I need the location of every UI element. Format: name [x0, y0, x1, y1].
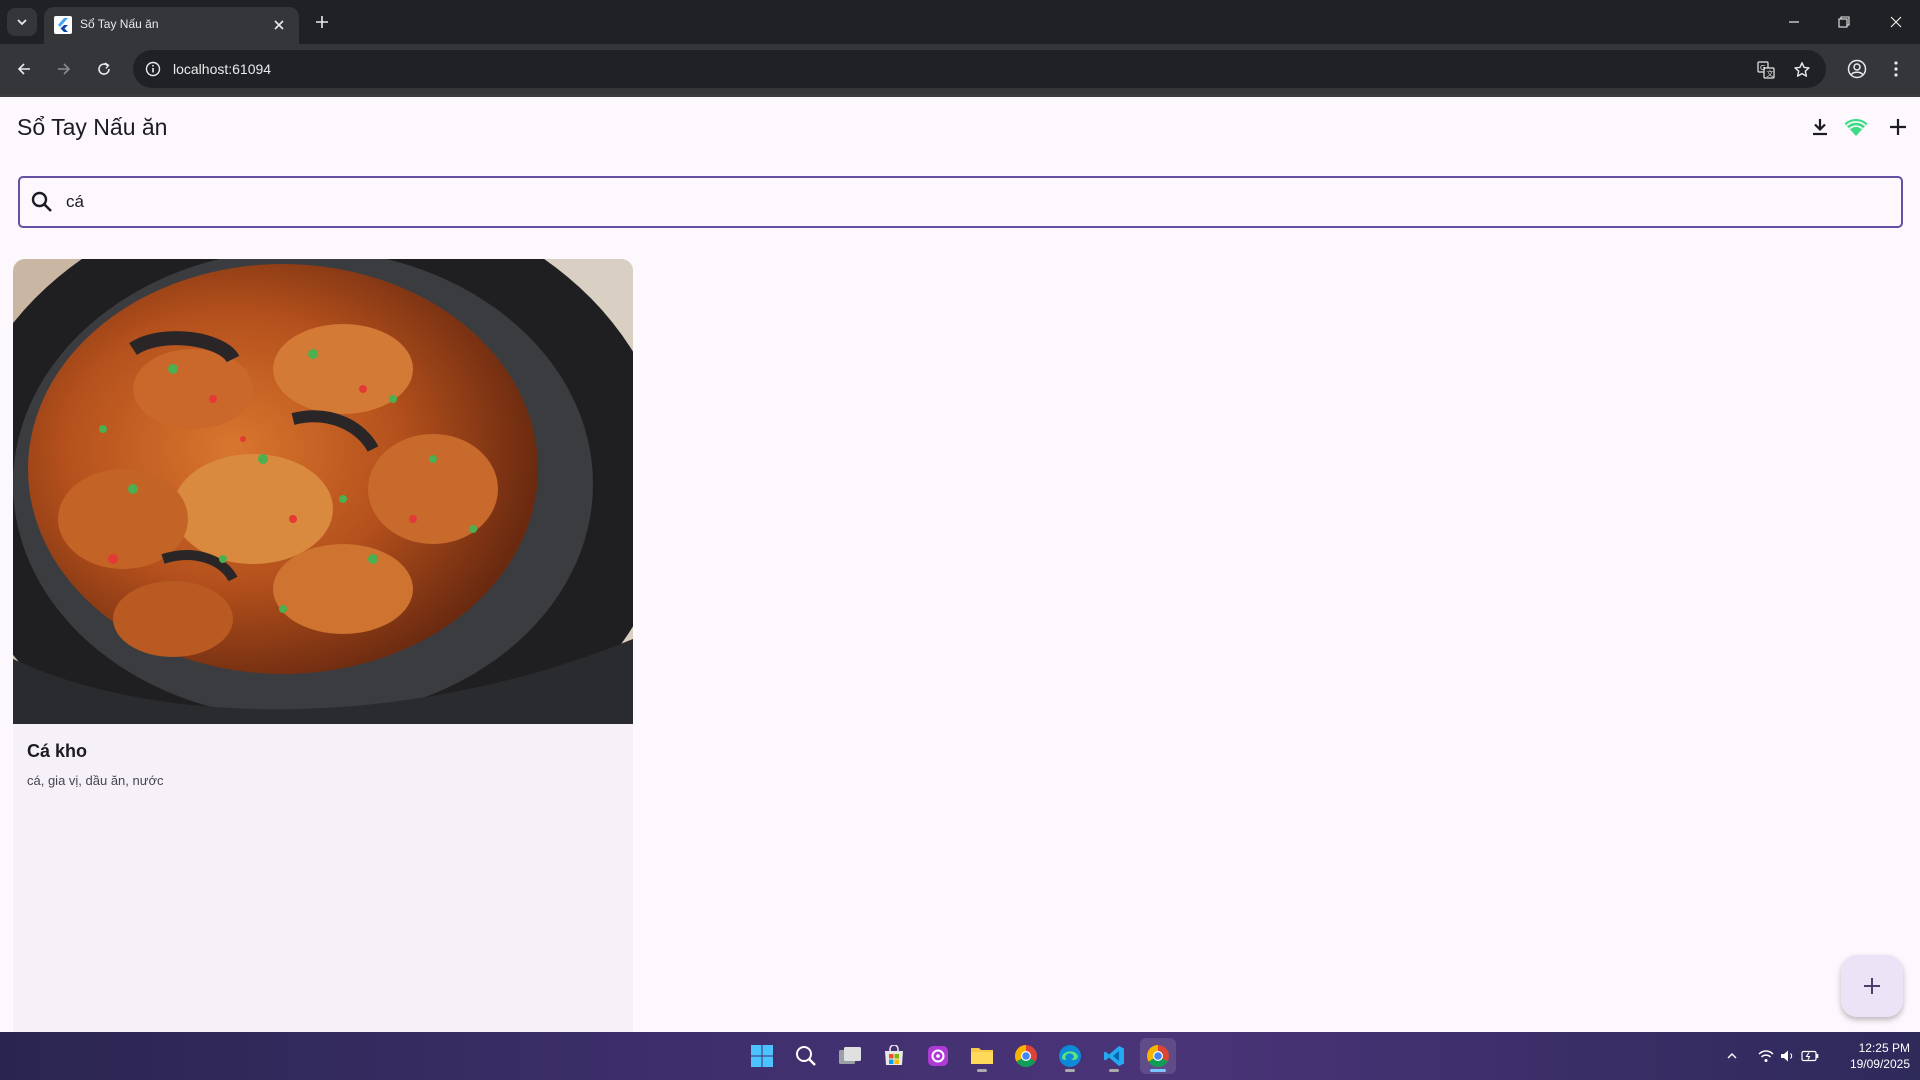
chrome-icon — [1015, 1045, 1037, 1067]
recipe-image — [13, 259, 633, 724]
app-title: Sổ Tay Nấu ăn — [17, 114, 168, 140]
restore-button[interactable] — [1824, 8, 1864, 36]
reload-icon — [98, 62, 110, 75]
battery-icon — [1801, 1050, 1819, 1062]
add-icon — [1890, 119, 1906, 135]
search-icon — [796, 1046, 816, 1066]
system-clock[interactable]: 12:25 PM 19/09/2025 — [1830, 1040, 1910, 1072]
address-bar[interactable]: localhost:61094 G文 — [133, 50, 1826, 88]
vscode-button[interactable] — [1096, 1038, 1132, 1074]
search-icon — [31, 191, 52, 212]
svg-text:文: 文 — [1767, 69, 1774, 78]
windows-start-icon — [751, 1045, 773, 1067]
chevron-down-icon — [17, 19, 27, 26]
chrome-button[interactable] — [1008, 1038, 1044, 1074]
reload-button[interactable] — [90, 55, 118, 83]
taskbar-search-button[interactable] — [788, 1038, 824, 1074]
add-recipe-button[interactable] — [1884, 113, 1912, 141]
browser-toolbar: localhost:61094 G文 — [0, 44, 1920, 94]
media-app-icon — [928, 1046, 948, 1066]
add-icon — [1864, 978, 1880, 994]
task-view-icon — [839, 1047, 861, 1064]
vscode-icon — [1104, 1046, 1124, 1066]
tab-search-button[interactable] — [7, 8, 37, 36]
chevron-up-icon — [1727, 1053, 1737, 1059]
volume-tray-icon[interactable] — [1778, 1046, 1798, 1066]
task-view-button[interactable] — [832, 1038, 868, 1074]
wifi-icon — [1758, 1050, 1774, 1062]
taskbar: 12:25 PM 19/09/2025 — [0, 1032, 1920, 1080]
svg-text:G: G — [1760, 64, 1765, 72]
recipe-card[interactable]: Cá kho cá, gia vị, dầu ăn, nước — [13, 259, 633, 1033]
browser-menu-button[interactable] — [1882, 55, 1910, 83]
flutter-icon — [54, 16, 72, 34]
add-recipe-fab[interactable] — [1841, 955, 1903, 1017]
download-button[interactable] — [1806, 113, 1834, 141]
chrome-active-button[interactable] — [1140, 1038, 1176, 1074]
minimize-icon — [1789, 21, 1799, 23]
translate-icon[interactable]: G文 — [1755, 59, 1777, 81]
close-window-button[interactable] — [1876, 8, 1916, 36]
search-input[interactable] — [66, 188, 1866, 216]
back-button[interactable] — [10, 55, 38, 83]
close-icon — [1890, 16, 1902, 28]
plus-icon — [316, 16, 328, 28]
tab-close-button[interactable] — [269, 15, 289, 35]
forward-button[interactable] — [50, 55, 78, 83]
running-indicator — [977, 1069, 987, 1072]
clock-date: 19/09/2025 — [1849, 1057, 1910, 1071]
arrow-right-icon — [58, 63, 71, 75]
minimize-button[interactable] — [1774, 8, 1814, 36]
online-status-button[interactable] — [1842, 113, 1870, 141]
restore-icon — [1838, 16, 1850, 28]
microsoft-store-button[interactable] — [876, 1038, 912, 1074]
running-indicator — [1109, 1069, 1119, 1072]
more-vert-icon — [1894, 61, 1898, 77]
speaker-icon — [1781, 1050, 1793, 1062]
app-bar: Sổ Tay Nấu ăn — [0, 97, 1920, 157]
browser-tab-bar: Sổ Tay Nấu ăn — [0, 0, 1920, 44]
active-indicator — [1150, 1069, 1166, 1072]
arrow-left-icon — [17, 63, 30, 75]
edge-button[interactable] — [1052, 1038, 1088, 1074]
microsoft-store-icon — [885, 1045, 903, 1065]
battery-tray-icon[interactable] — [1800, 1046, 1820, 1066]
network-tray-icon[interactable] — [1756, 1046, 1776, 1066]
show-hidden-icons-button[interactable] — [1722, 1046, 1742, 1066]
file-explorer-icon — [971, 1048, 993, 1064]
clock-time: 12:25 PM — [1858, 1041, 1910, 1055]
recipe-title: Cá kho — [27, 741, 88, 761]
file-explorer-button[interactable] — [964, 1038, 1000, 1074]
chrome-active-icon — [1147, 1045, 1169, 1067]
bookmark-star-icon[interactable] — [1791, 59, 1813, 81]
site-info-icon[interactable] — [143, 59, 163, 79]
recipe-ingredients: cá, gia vị, dầu ăn, nước — [27, 773, 164, 788]
wifi-icon — [1844, 119, 1868, 136]
search-field[interactable] — [18, 176, 1903, 228]
media-app-button[interactable] — [920, 1038, 956, 1074]
edge-icon — [1059, 1045, 1081, 1067]
profile-icon — [1847, 59, 1867, 79]
running-indicator — [1065, 1069, 1075, 1072]
browser-tab[interactable]: Sổ Tay Nấu ăn — [44, 7, 299, 44]
new-tab-button[interactable] — [310, 10, 334, 34]
url-text: localhost:61094 — [173, 61, 272, 77]
close-icon — [274, 20, 284, 30]
download-icon — [1813, 119, 1827, 136]
tab-title: Sổ Tay Nấu ăn — [80, 17, 159, 31]
windows-start-button[interactable] — [744, 1038, 780, 1074]
profile-button[interactable] — [1843, 55, 1871, 83]
